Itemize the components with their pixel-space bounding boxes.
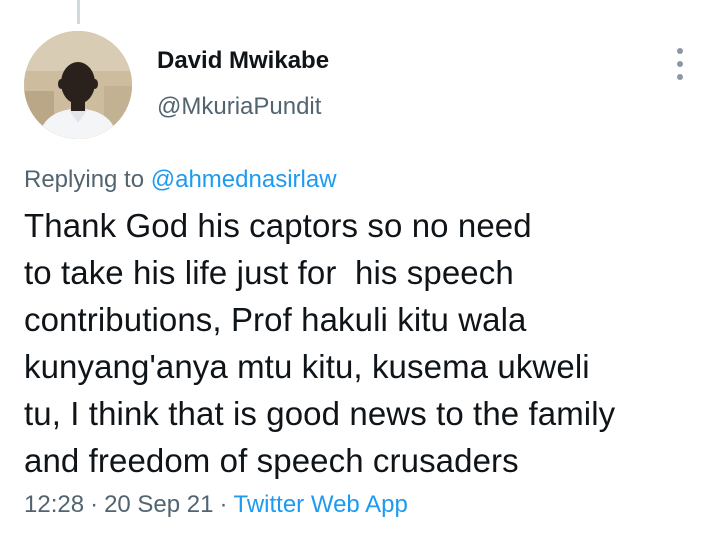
- more-dot: [677, 48, 683, 54]
- replying-to-mention-link[interactable]: @ahmednasirlaw: [151, 166, 337, 193]
- separator-dot: ·: [90, 491, 99, 518]
- avatar-photo: [24, 31, 132, 139]
- more-dot: [677, 61, 683, 67]
- tweet-text-line: kunyang'anya mtu kitu, kusema ukweli: [24, 348, 590, 385]
- more-dot: [677, 74, 683, 80]
- tweet-text-line: tu, I think that is good news to the fam…: [24, 395, 616, 432]
- replying-to-label: Replying to: [24, 166, 145, 193]
- tweet-metadata: 12:28 · 20 Sep 21 · Twitter Web App: [24, 491, 408, 519]
- more-options-icon[interactable]: [668, 48, 692, 80]
- tweet-text-line: and freedom of speech crusaders: [24, 442, 519, 479]
- tweet-date[interactable]: 20 Sep 21: [104, 491, 213, 518]
- author-handle[interactable]: @MkuriaPundit: [157, 93, 321, 121]
- avatar[interactable]: [24, 31, 132, 139]
- replying-to-line: Replying to @ahmednasirlaw: [24, 166, 337, 194]
- tweet-text-line: Thank God his captors so no need: [24, 207, 532, 244]
- tweet-time[interactable]: 12:28: [24, 491, 84, 518]
- tweet-text-line: contributions, Prof hakuli kitu wala: [24, 301, 527, 338]
- author-display-name[interactable]: David Mwikabe: [157, 47, 329, 75]
- thread-connector-line: [77, 0, 80, 24]
- tweet-text: Thank God his captors so no need to take…: [24, 202, 714, 484]
- tweet-text-line: to take his life just for his speech: [24, 254, 514, 291]
- separator-dot: ·: [219, 491, 228, 518]
- tweet-source-link[interactable]: Twitter Web App: [234, 491, 408, 518]
